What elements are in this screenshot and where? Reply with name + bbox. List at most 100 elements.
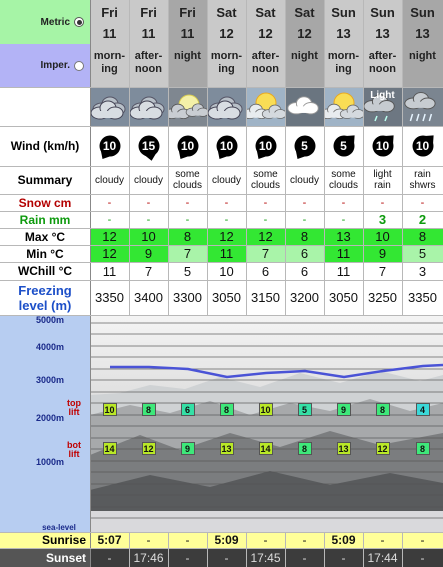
max-temp-cell: 8 <box>285 228 324 245</box>
rain-showers-icon-svg <box>402 87 443 126</box>
wind-chill-cell: 11 <box>90 262 129 280</box>
min-temp-cell: 12 <box>90 245 129 262</box>
snow-value: - <box>146 196 151 209</box>
sunrise-value: - <box>420 533 425 547</box>
rain-value: - <box>263 213 268 226</box>
freezing-level-cell: 3350 <box>402 280 443 315</box>
sunset-cell: - <box>285 548 324 567</box>
imperial-radio-button[interactable] <box>74 60 84 71</box>
snow-cell: - <box>402 194 443 211</box>
max-temp-value: 8 <box>418 229 427 244</box>
period-label: morn-ing <box>94 50 125 76</box>
snow-value: - <box>263 196 268 209</box>
freezing-level-value: 3050 <box>212 290 241 305</box>
max-temp-row-label: Max °C <box>0 228 90 245</box>
row-label-text: WChill °C <box>17 264 73 278</box>
top-lift-label: top lift <box>62 399 86 417</box>
day-label: Sat <box>294 5 315 20</box>
metric-label: Metric <box>40 16 70 28</box>
rain-value: - <box>341 213 346 226</box>
wind-speed: 10 <box>375 139 390 153</box>
column-header: Sat 12 morn-ing <box>207 0 246 87</box>
row-label-text: Summary <box>17 173 73 187</box>
metric-radio-row[interactable]: Metric <box>0 0 90 44</box>
freezing-level-value: 3350 <box>95 290 124 305</box>
row-divider <box>0 87 443 88</box>
summary-text: cloudy <box>290 174 319 186</box>
freezing-level-cell: 3050 <box>207 280 246 315</box>
imperial-radio-row[interactable]: Imper. <box>0 44 90 87</box>
sunset-value: - <box>224 550 229 565</box>
snow-cell: - <box>129 194 168 211</box>
row-divider <box>0 228 443 229</box>
column-divider <box>246 532 247 567</box>
freezing-level-value: 3250 <box>368 290 397 305</box>
day-label: Fri <box>101 5 118 20</box>
column-header: Fri 11 night <box>168 0 207 87</box>
wind-speed: 10 <box>258 139 273 153</box>
max-temp-value: 12 <box>102 229 117 244</box>
sunset-cell: 17:46 <box>129 548 168 567</box>
sunset-label: Sunset <box>45 550 86 565</box>
sunrise-value: 5:09 <box>331 533 356 547</box>
period-text: morn- <box>327 50 360 62</box>
row-divider <box>0 126 443 127</box>
wind-chill-value: 6 <box>261 263 270 279</box>
max-temp-value: 10 <box>375 229 390 244</box>
rain-value: - <box>146 213 151 226</box>
summary-text: cloudy <box>212 174 241 186</box>
max-temp-cell: 8 <box>168 228 207 245</box>
wind-row-label: Wind (km/h) <box>0 126 90 166</box>
snow-cell: - <box>246 194 285 211</box>
column-divider <box>363 0 364 315</box>
bottom-lift-badge: 14 <box>258 442 273 455</box>
sunrise-cell: - <box>285 532 324 548</box>
rain-value: - <box>224 213 229 226</box>
row-divider <box>0 194 443 195</box>
date-label: 12 <box>219 26 234 41</box>
wind-cell: 10 <box>207 126 246 166</box>
sun-clouds-icon-svg <box>324 87 363 126</box>
max-temp-value: 10 <box>141 229 156 244</box>
moon-clouds-icon-svg <box>168 87 207 126</box>
wind-chill-cell: 3 <box>402 262 443 280</box>
max-temp-cell: 12 <box>207 228 246 245</box>
column-header: Sun 13 morn-ing <box>324 0 363 87</box>
date-label: 11 <box>102 26 117 41</box>
sunset-value: 17:44 <box>367 550 398 565</box>
column-divider <box>129 0 130 315</box>
freezing-label-line2: level (m) <box>18 297 72 313</box>
summary-cell: light rain <box>363 166 402 194</box>
min-temp-cell: 6 <box>285 245 324 262</box>
top-lift-badge: 10 <box>258 403 273 416</box>
snow-cell: - <box>324 194 363 211</box>
date-label: 13 <box>336 26 351 41</box>
wind-chill-row-label: WChill °C <box>0 262 90 280</box>
snow-cell: - <box>207 194 246 211</box>
freezing-level-row-label: Freezing level (m) <box>0 280 90 315</box>
bottom-lift-badge: 13 <box>336 442 351 455</box>
rain-value: 3 <box>378 212 387 227</box>
sunset-cell: - <box>324 548 363 567</box>
row-divider <box>0 245 443 246</box>
column-header: Fri 11 morn-ing <box>90 0 129 87</box>
top-lift-badge: 8 <box>141 403 156 416</box>
period-text: after- <box>251 50 280 62</box>
summary-text: rain <box>414 169 431 180</box>
period-label: after-noon <box>135 50 163 76</box>
altitude-label: 3000m <box>36 375 65 385</box>
period-text: night <box>409 50 436 62</box>
wind-speed: 10 <box>219 139 234 153</box>
period-text: ing <box>335 63 352 75</box>
freezing-level-cell: 3250 <box>363 280 402 315</box>
sunset-value: - <box>107 550 112 565</box>
row-divider <box>0 548 443 549</box>
wind-speed: 5 <box>340 139 347 153</box>
day-label: Fri <box>140 5 157 20</box>
period-text: noon <box>252 63 279 75</box>
metric-radio-button[interactable] <box>74 17 84 27</box>
rain-value: 2 <box>418 212 427 227</box>
wind-cell: 10 <box>402 126 443 166</box>
cloudy-icon-svg <box>90 87 129 126</box>
sunset-value: - <box>302 550 307 565</box>
